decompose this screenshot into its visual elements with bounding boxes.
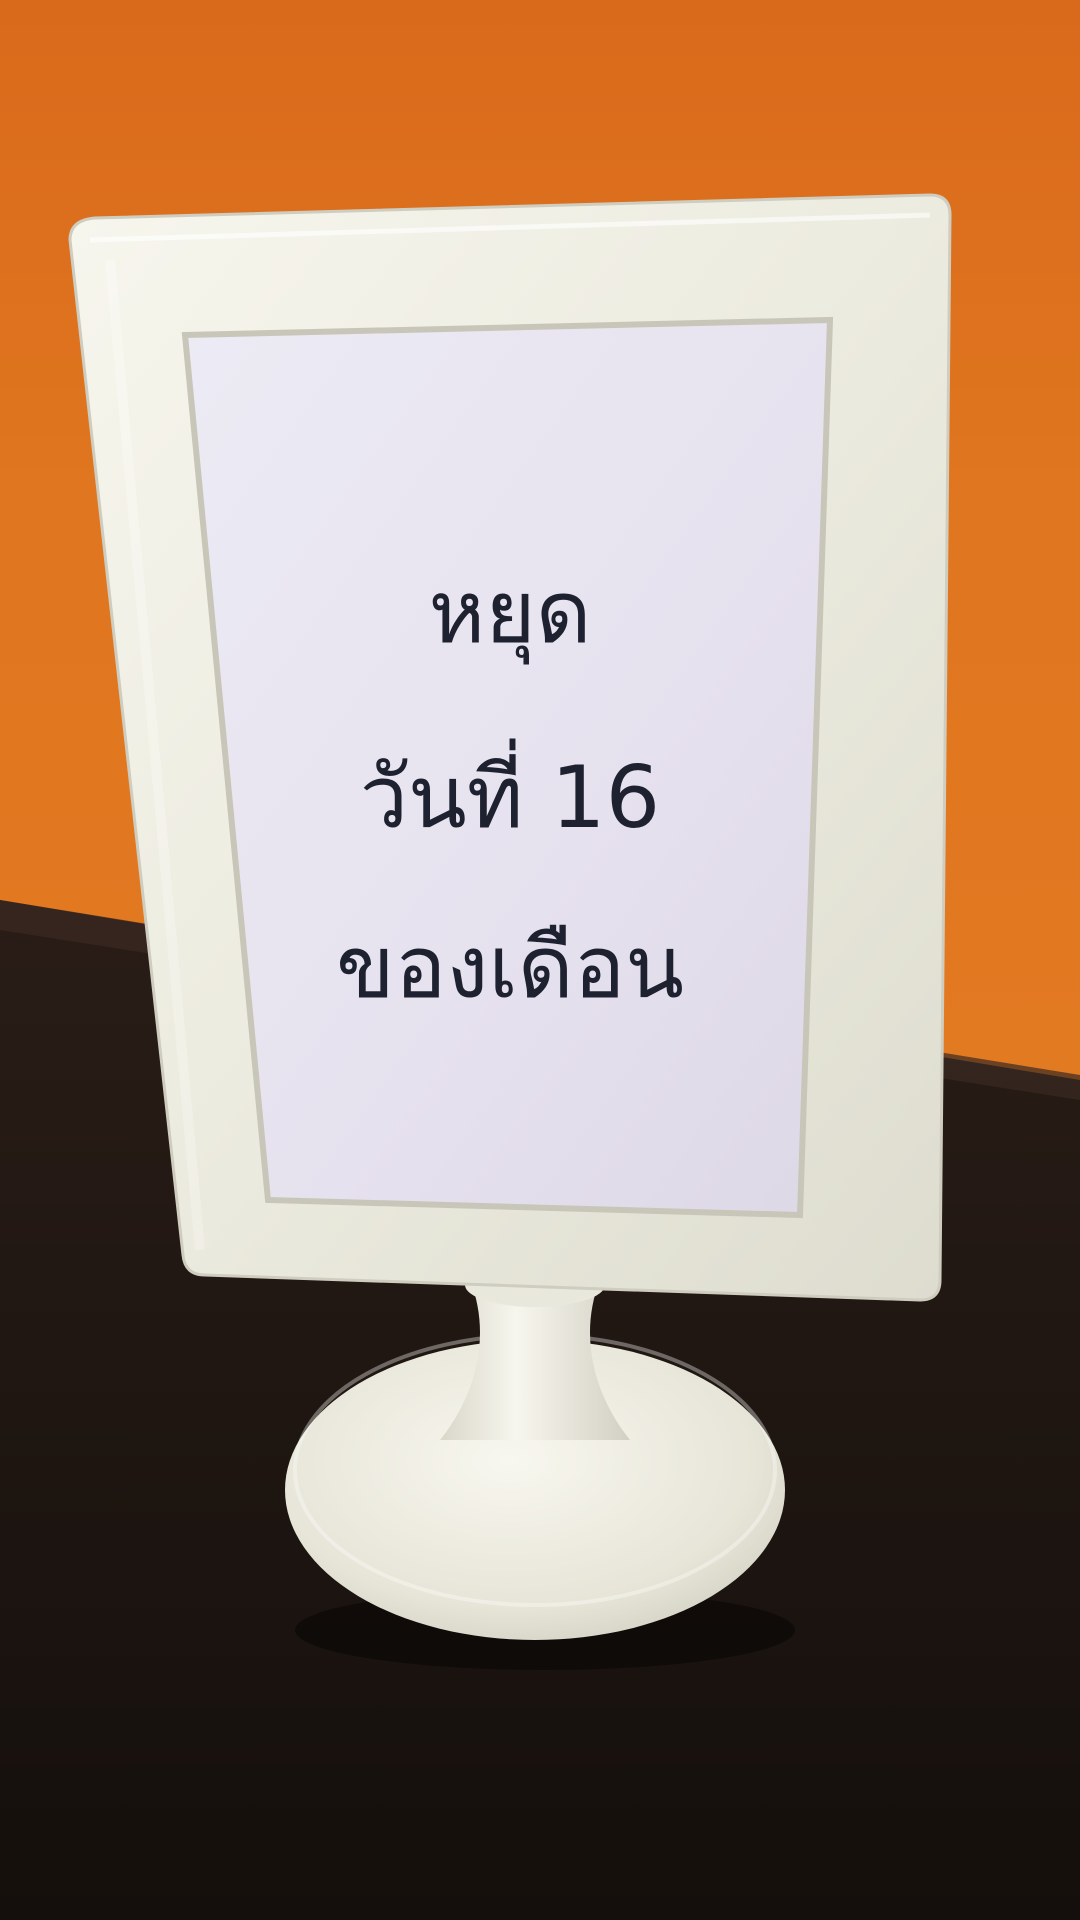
sign-line-3: ของเดือน: [335, 918, 685, 1018]
sign-line-1: หยุด: [428, 563, 592, 663]
sign-content: หยุด วันที่ 16 ของเดือน: [0, 0, 1080, 1920]
photo-scene: หยุด วันที่ 16 ของเดือน: [0, 0, 1080, 1920]
sign-line-2: วันที่ 16: [359, 748, 661, 848]
